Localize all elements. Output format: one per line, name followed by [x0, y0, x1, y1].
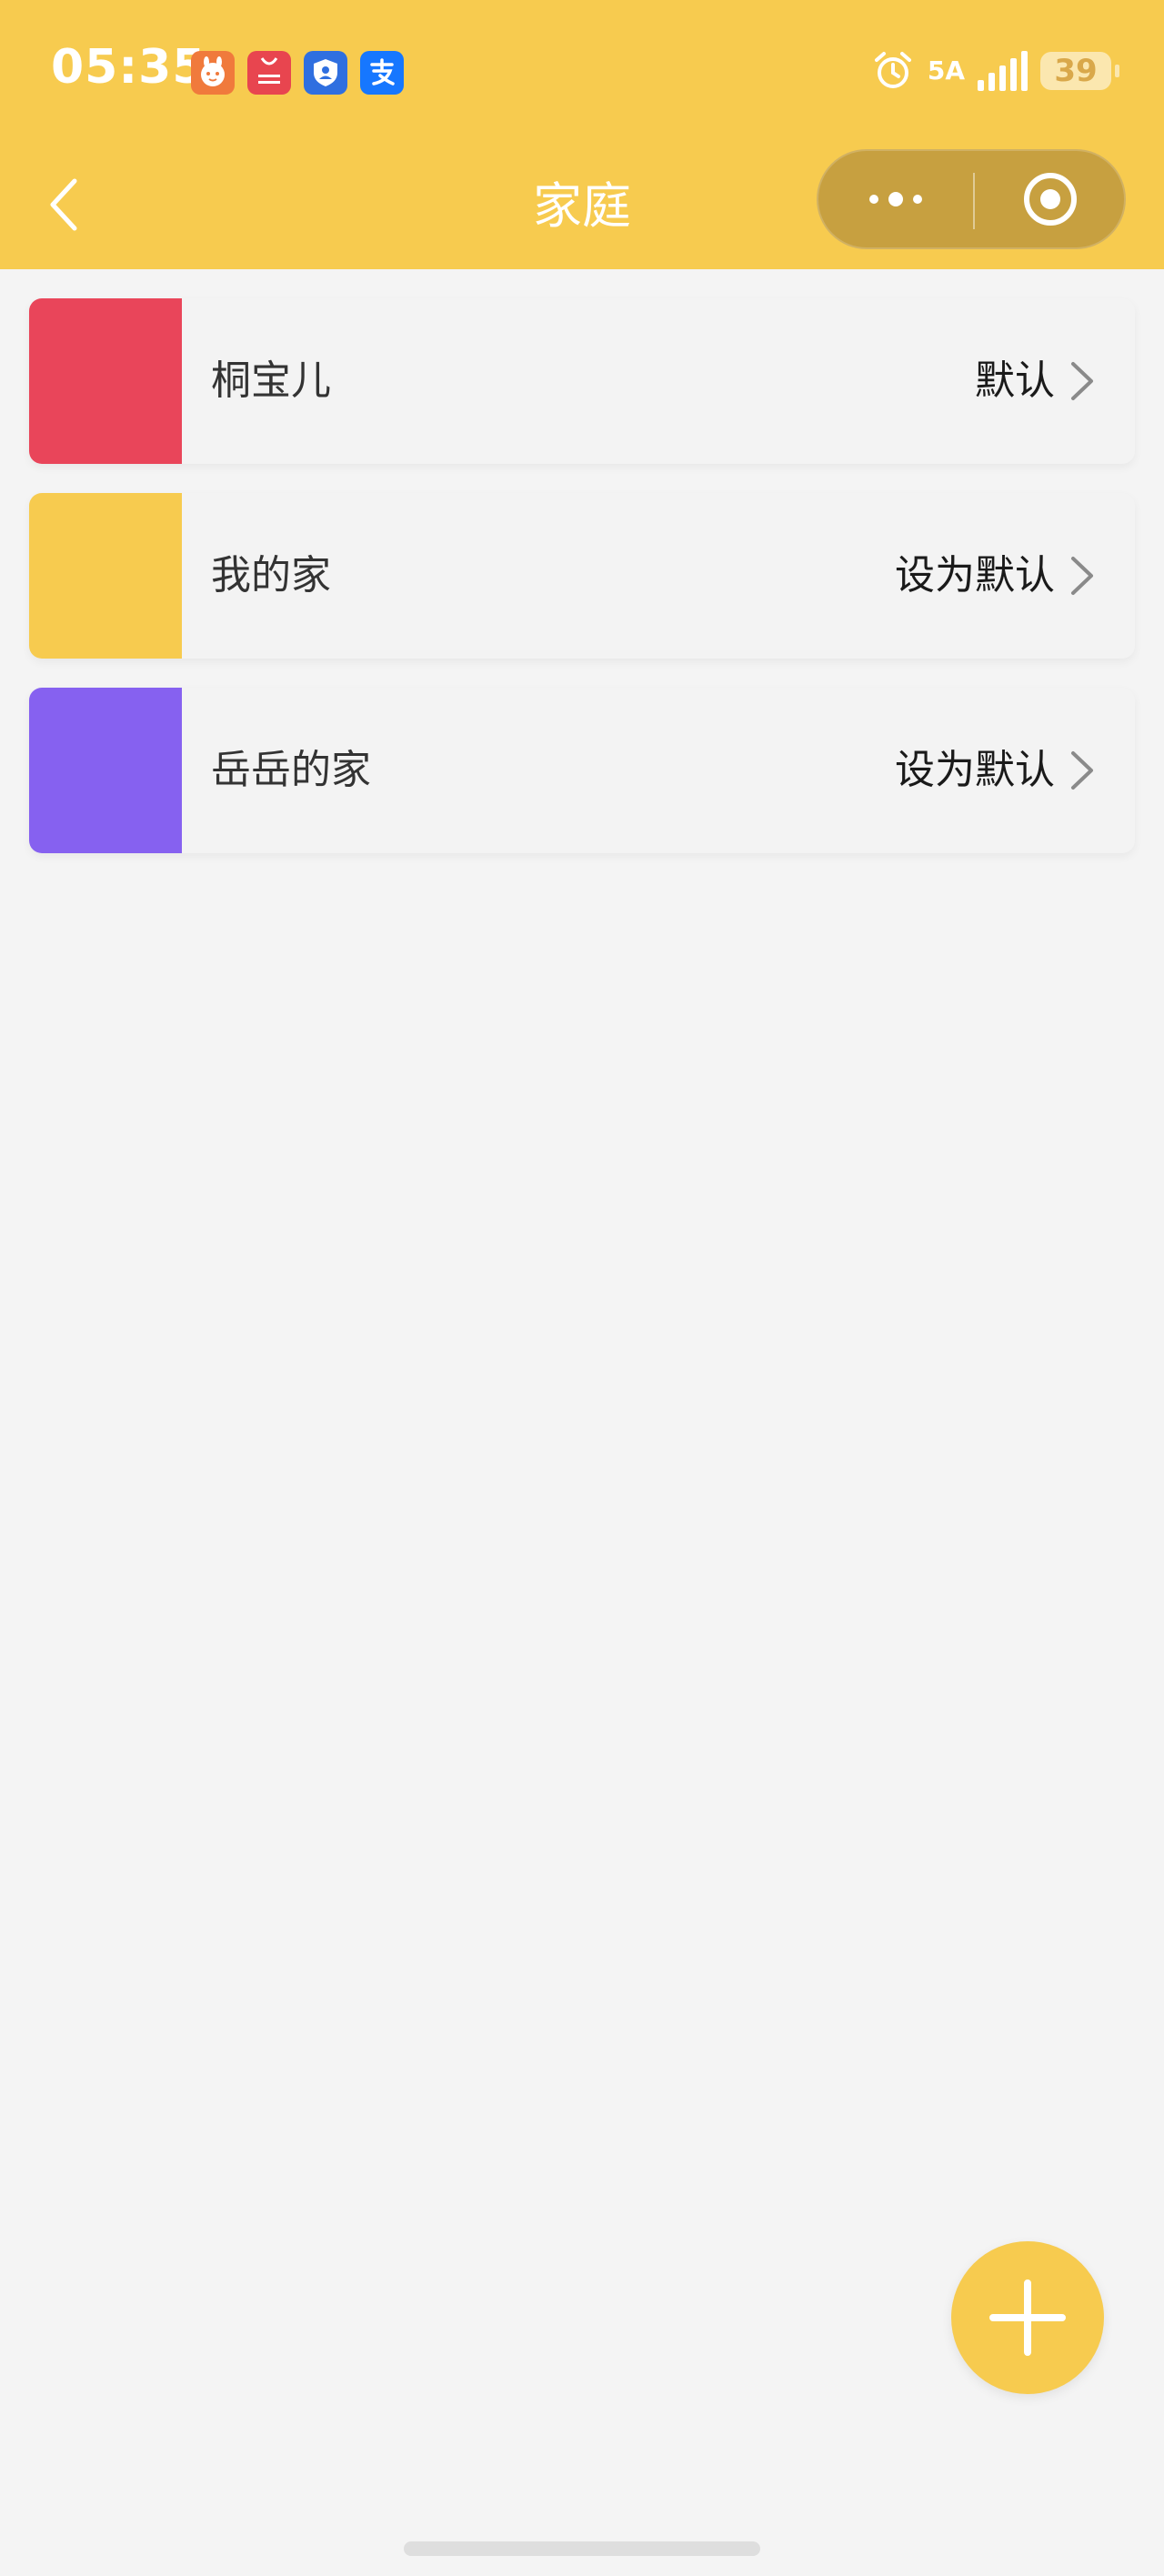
alarm-icon: [874, 52, 911, 88]
family-color-swatch: [29, 493, 182, 659]
header: 05:35 5A 39 家庭: [0, 0, 1164, 269]
chevron-right-icon: [1071, 557, 1093, 595]
set-default-button[interactable]: 设为默认: [895, 688, 1055, 853]
family-item[interactable]: 岳岳的家 设为默认: [29, 688, 1135, 853]
shield-app-icon: [304, 51, 347, 95]
status-time: 05:35: [51, 40, 206, 95]
alipay-icon: [360, 51, 404, 95]
more-button[interactable]: [818, 151, 973, 247]
mini-program-capsule: [817, 149, 1126, 249]
nav-bar: 家庭: [0, 146, 1164, 269]
plus-icon: [989, 2279, 1066, 2356]
battery-level: 39: [1054, 53, 1098, 89]
family-name: 桐宝儿: [211, 357, 331, 404]
set-default-button[interactable]: 设为默认: [895, 493, 1055, 659]
close-mini-program-button[interactable]: [975, 151, 1126, 247]
family-list: 桐宝儿 默认 我的家 设为默认 岳岳的家 设为默认: [29, 298, 1135, 882]
add-family-button[interactable]: [951, 2241, 1104, 2394]
battery-indicator: 39: [1040, 52, 1119, 90]
target-circle-icon: [1024, 173, 1077, 226]
app-gallery-icon: [247, 51, 291, 95]
network-type: 5A: [927, 55, 965, 86]
chevron-right-icon: [1071, 362, 1093, 400]
more-dots-icon: [869, 192, 922, 206]
status-bar: 05:35 5A 39: [0, 0, 1164, 146]
home-indicator[interactable]: [404, 2541, 760, 2556]
family-color-swatch: [29, 688, 182, 853]
status-indicators: 5A 39: [871, 42, 1119, 100]
bunny-app-icon: [191, 51, 235, 95]
family-name: 我的家: [211, 552, 331, 599]
family-color-swatch: [29, 298, 182, 464]
signal-icon: [978, 51, 1028, 91]
family-item[interactable]: 桐宝儿 默认: [29, 298, 1135, 464]
family-default-status[interactable]: 默认: [975, 298, 1055, 464]
family-item[interactable]: 我的家 设为默认: [29, 493, 1135, 659]
chevron-right-icon: [1071, 751, 1093, 790]
family-name: 岳岳的家: [211, 747, 371, 793]
